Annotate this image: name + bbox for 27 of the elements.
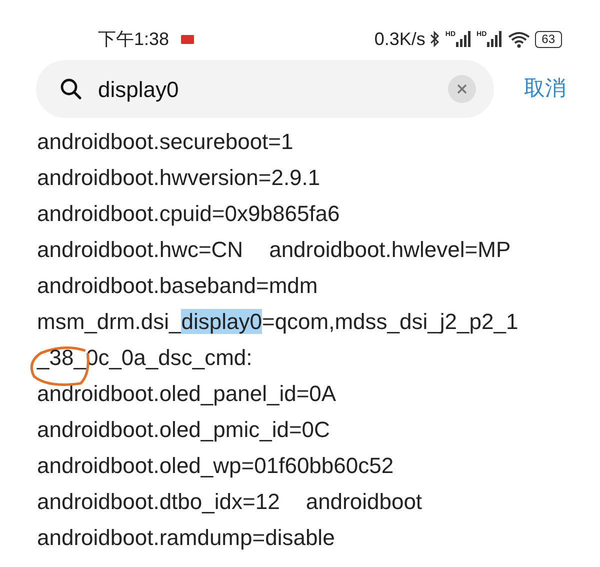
signal-icon [486,31,503,47]
search-icon [60,78,82,100]
close-icon [457,84,467,94]
text-line: androidboot.hwversion=2.9.1 [37,164,320,192]
status-time: 下午1:38 [98,28,170,50]
cancel-button[interactable]: 取消 [524,73,566,105]
battery-indicator: 63 [534,30,562,48]
search-field[interactable]: display0 [98,72,432,106]
text-line: androidboot.oled_pmic_id=0C [37,416,330,444]
text-line: androidboot.hwlevel=MP [269,236,511,264]
text-line: androidboot [306,488,422,516]
clear-button[interactable] [448,75,476,103]
text-line: msm_drm.dsi_display0=qcom,mdss_dsi_j2_p2_1 [37,308,518,336]
search-bar[interactable]: display0 [36,60,494,118]
text-line: androidboot.hwc=CN [37,236,244,264]
signal-icon [456,31,472,47]
text-line: androidboot.oled_panel_id=0A [37,380,336,408]
text-line: androidboot.baseband=mdm [37,272,318,300]
text-line: androidboot.cpuid=0x9b865fa6 [37,200,340,228]
text-line: androidboot.secureboot=1 [37,128,294,156]
bluetooth-icon [430,30,440,48]
text-line: androidboot.oled_wp=01f60bb60c52 [37,452,394,480]
network-speed: 0.3K/s [374,28,426,50]
text-line: androidboot.ramdump=disable [37,524,335,552]
notification-icon [181,34,194,44]
wifi-icon [508,30,530,48]
text-line: androidboot.dtbo_idx=12 [37,488,280,516]
